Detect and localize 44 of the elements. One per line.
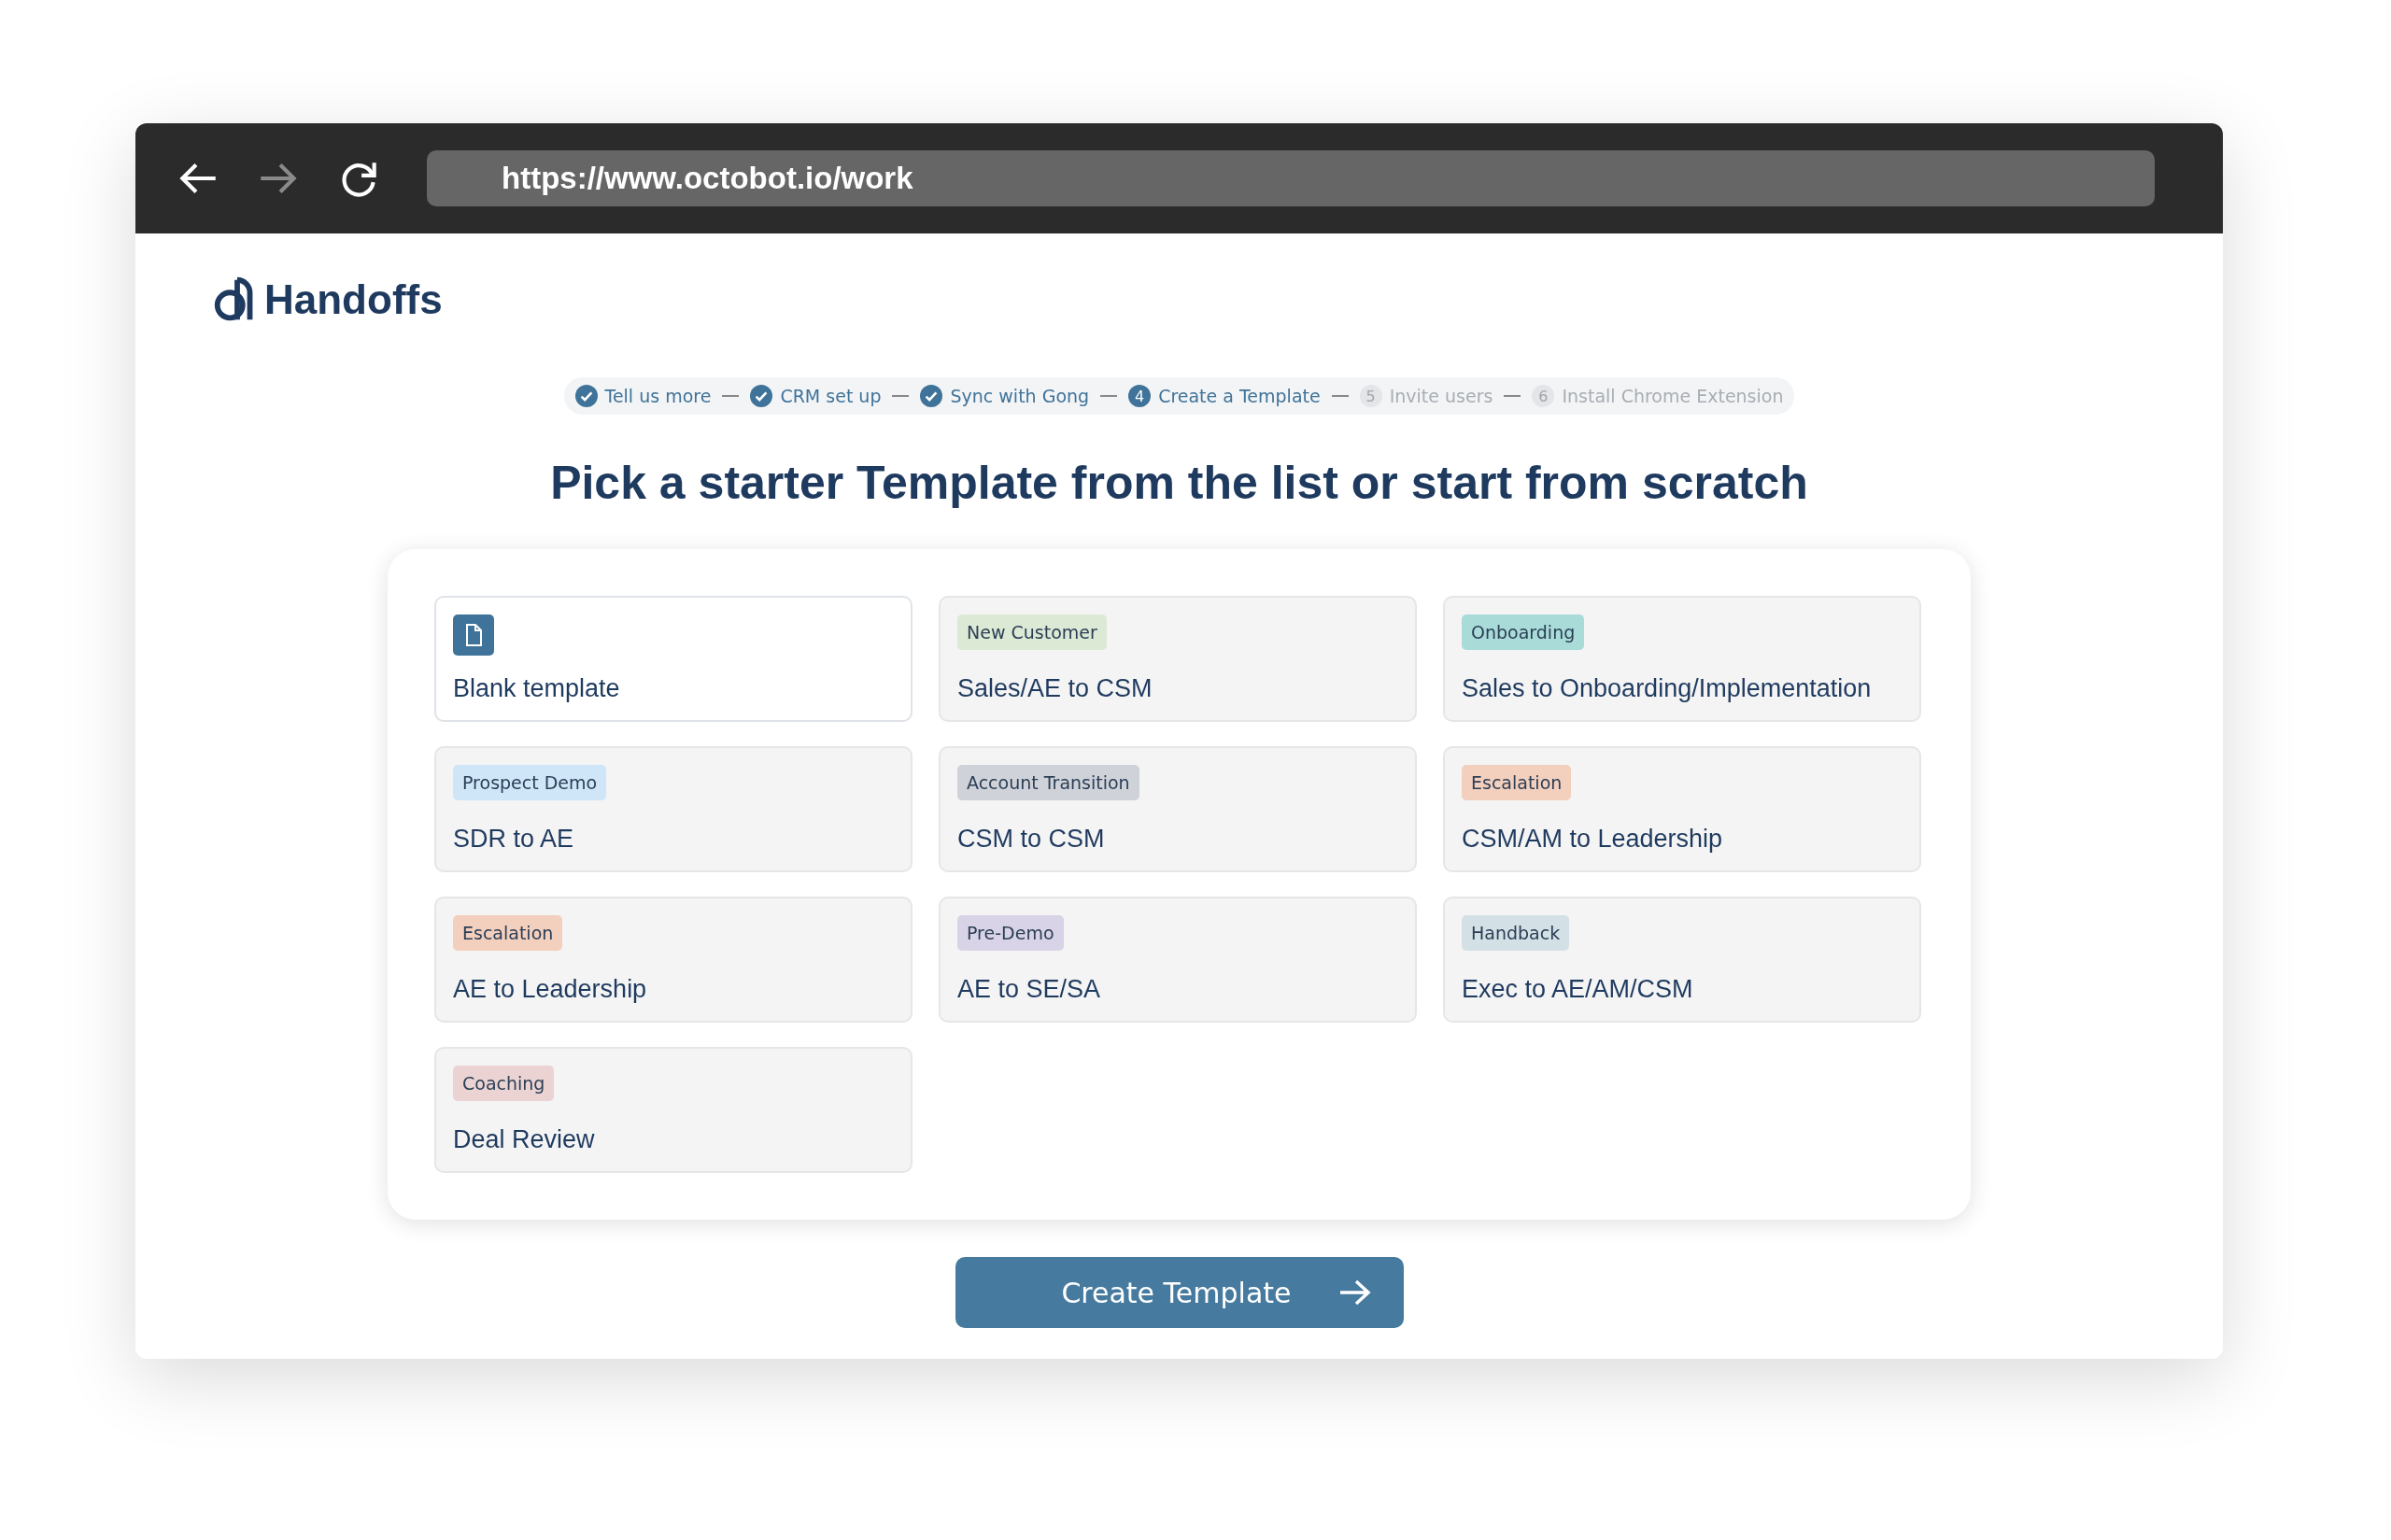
category-tag: New Customer [957,615,1107,650]
template-title: Deal Review [453,1125,595,1154]
template-card[interactable]: Coaching Deal Review [434,1047,913,1173]
template-title: CSM/AM to Leadership [1462,825,1723,854]
logo-text: Handoffs [264,276,443,323]
step-number: 5 [1359,385,1382,407]
arrow-right-icon [1337,1279,1372,1307]
category-tag: Onboarding [1462,615,1585,650]
step-label: Tell us more [604,386,712,406]
step-number: 6 [1532,385,1555,407]
step-number: 4 [1128,385,1152,407]
page-heading: Pick a starter Template from the list or start from scratch [550,456,1808,510]
template-title: Blank template [453,674,620,703]
template-card[interactable]: Onboarding Sales to Onboarding/Implementation [1443,596,1921,722]
template-card[interactable]: Account Transition CSM to CSM [939,746,1417,872]
template-title: AE to SE/SA [957,975,1101,1004]
template-title: Sales to Onboarding/Implementation [1462,674,1872,703]
category-tag: Account Transition [957,765,1139,800]
template-title: CSM to CSM [957,825,1105,854]
template-title: SDR to AE [453,825,574,854]
category-tag: Prospect Demo [453,765,607,800]
template-title: Exec to AE/AM/CSM [1462,975,1693,1004]
step-label: CRM set up [780,386,882,406]
category-tag: Pre-Demo [957,915,1064,951]
create-template-button[interactable]: Create Template [955,1257,1404,1328]
category-tag: Handback [1462,915,1570,951]
template-title: AE to Leadership [453,975,647,1004]
step-label: Invite users [1389,386,1493,406]
template-card[interactable]: Escalation AE to Leadership [434,897,913,1023]
template-card[interactable]: Prospect Demo SDR to AE [434,746,913,872]
category-tag: Coaching [453,1066,555,1101]
template-card[interactable]: Handback Exec to AE/AM/CSM [1443,897,1921,1023]
document-icon [453,615,494,656]
template-title: Sales/AE to CSM [957,674,1153,703]
template-card[interactable]: Escalation CSM/AM to Leadership [1443,746,1921,872]
template-card[interactable]: Pre-Demo AE to SE/SA [939,897,1417,1023]
step-label: Create a Template [1158,386,1321,406]
template-card[interactable]: New Customer Sales/AE to CSM [939,596,1417,722]
category-tag: Escalation [453,915,563,951]
category-tag: Escalation [1462,765,1572,800]
step-label: Install Chrome Extension [1562,386,1784,406]
template-card[interactable]: Blank template [434,596,913,722]
address-bar[interactable]: https://www.octobot.io/work [427,150,2155,206]
step-label: Sync with Gong [950,386,1090,406]
